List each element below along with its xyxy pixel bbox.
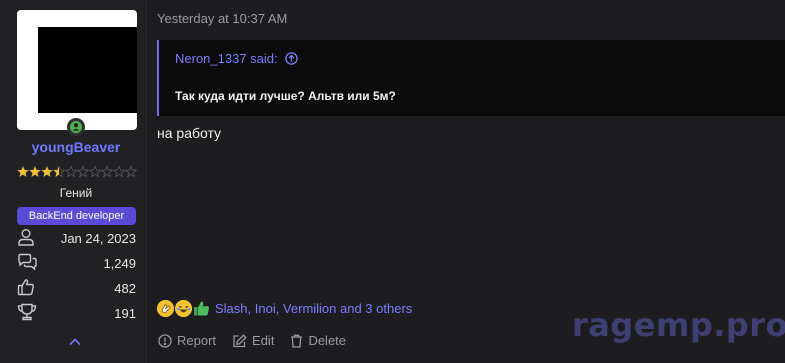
post-actions: Report Edit Delete <box>158 333 346 348</box>
rating-star-outline <box>100 165 114 178</box>
rating-star-filled <box>17 166 29 177</box>
reaction-users-link[interactable]: Slash, Inoi, Vermilion and 3 others <box>215 301 412 316</box>
rating-star-outline <box>76 165 90 178</box>
edit-label: Edit <box>252 333 275 348</box>
stat-joined-value: Jan 24, 2023 <box>60 231 136 246</box>
site-watermark: ragemp.pro <box>572 306 785 344</box>
report-label: Report <box>177 333 217 348</box>
quote-text: Так куда идти лучше? Альтв или 5м? <box>175 89 396 103</box>
chevron-up-icon[interactable] <box>68 337 82 347</box>
stat-trophies-value: 191 <box>114 306 136 321</box>
arrow-up-circle-icon[interactable] <box>284 52 298 65</box>
reactions-bar[interactable]: Slash, Inoi, Vermilion and 3 others <box>157 299 412 317</box>
rating-stars <box>17 165 137 178</box>
post-timestamp[interactable]: Yesterday at 10:37 AM <box>157 11 287 26</box>
username-link[interactable]: youngBeaver <box>0 139 152 155</box>
delete-button[interactable]: Delete <box>290 333 346 348</box>
stat-messages-value: 1,249 <box>103 256 136 271</box>
user-role-badge: BackEnd developer <box>17 207 136 225</box>
quote-author[interactable]: Neron_1337 said: <box>175 51 298 66</box>
user-sidebar: youngBeaver Гений BackEnd developer Jan … <box>0 0 147 363</box>
rating-star-outline <box>64 165 78 178</box>
report-button[interactable]: Report <box>158 333 216 348</box>
avatar-image <box>38 27 137 113</box>
avatar[interactable] <box>17 10 137 130</box>
user-icon <box>18 229 34 246</box>
edit-icon <box>233 333 247 347</box>
messages-icon <box>18 253 37 271</box>
laugh-reaction-icon <box>175 299 192 317</box>
rating-star-outline <box>124 165 137 178</box>
clap-reaction-icon <box>157 299 174 317</box>
report-icon <box>158 333 172 348</box>
thumbs-up-icon <box>17 279 34 296</box>
rating-star-outline <box>112 165 126 178</box>
trophy-icon <box>17 303 37 321</box>
user-rank-title: Гений <box>59 186 93 200</box>
rating-star-outline <box>88 165 102 178</box>
stat-trophies: 191 <box>17 303 137 323</box>
quote-author-label: Neron_1337 said: <box>175 51 278 66</box>
post-message: на работу <box>157 125 222 141</box>
edit-button[interactable]: Edit <box>232 333 274 348</box>
stat-reactions-value: 482 <box>114 281 136 296</box>
like-reaction-icon <box>193 300 210 317</box>
stat-reactions: 482 <box>17 278 137 298</box>
stat-joined: Jan 24, 2023 <box>17 228 137 248</box>
stat-messages: 1,249 <box>17 253 137 273</box>
quote-block: Neron_1337 said: Так куда идти лучше? Ал… <box>157 40 785 116</box>
trash-icon <box>291 334 303 348</box>
delete-label: Delete <box>308 333 347 348</box>
rating-star-filled <box>29 166 41 177</box>
online-status-icon <box>67 118 85 136</box>
rating-star-filled <box>41 166 53 177</box>
